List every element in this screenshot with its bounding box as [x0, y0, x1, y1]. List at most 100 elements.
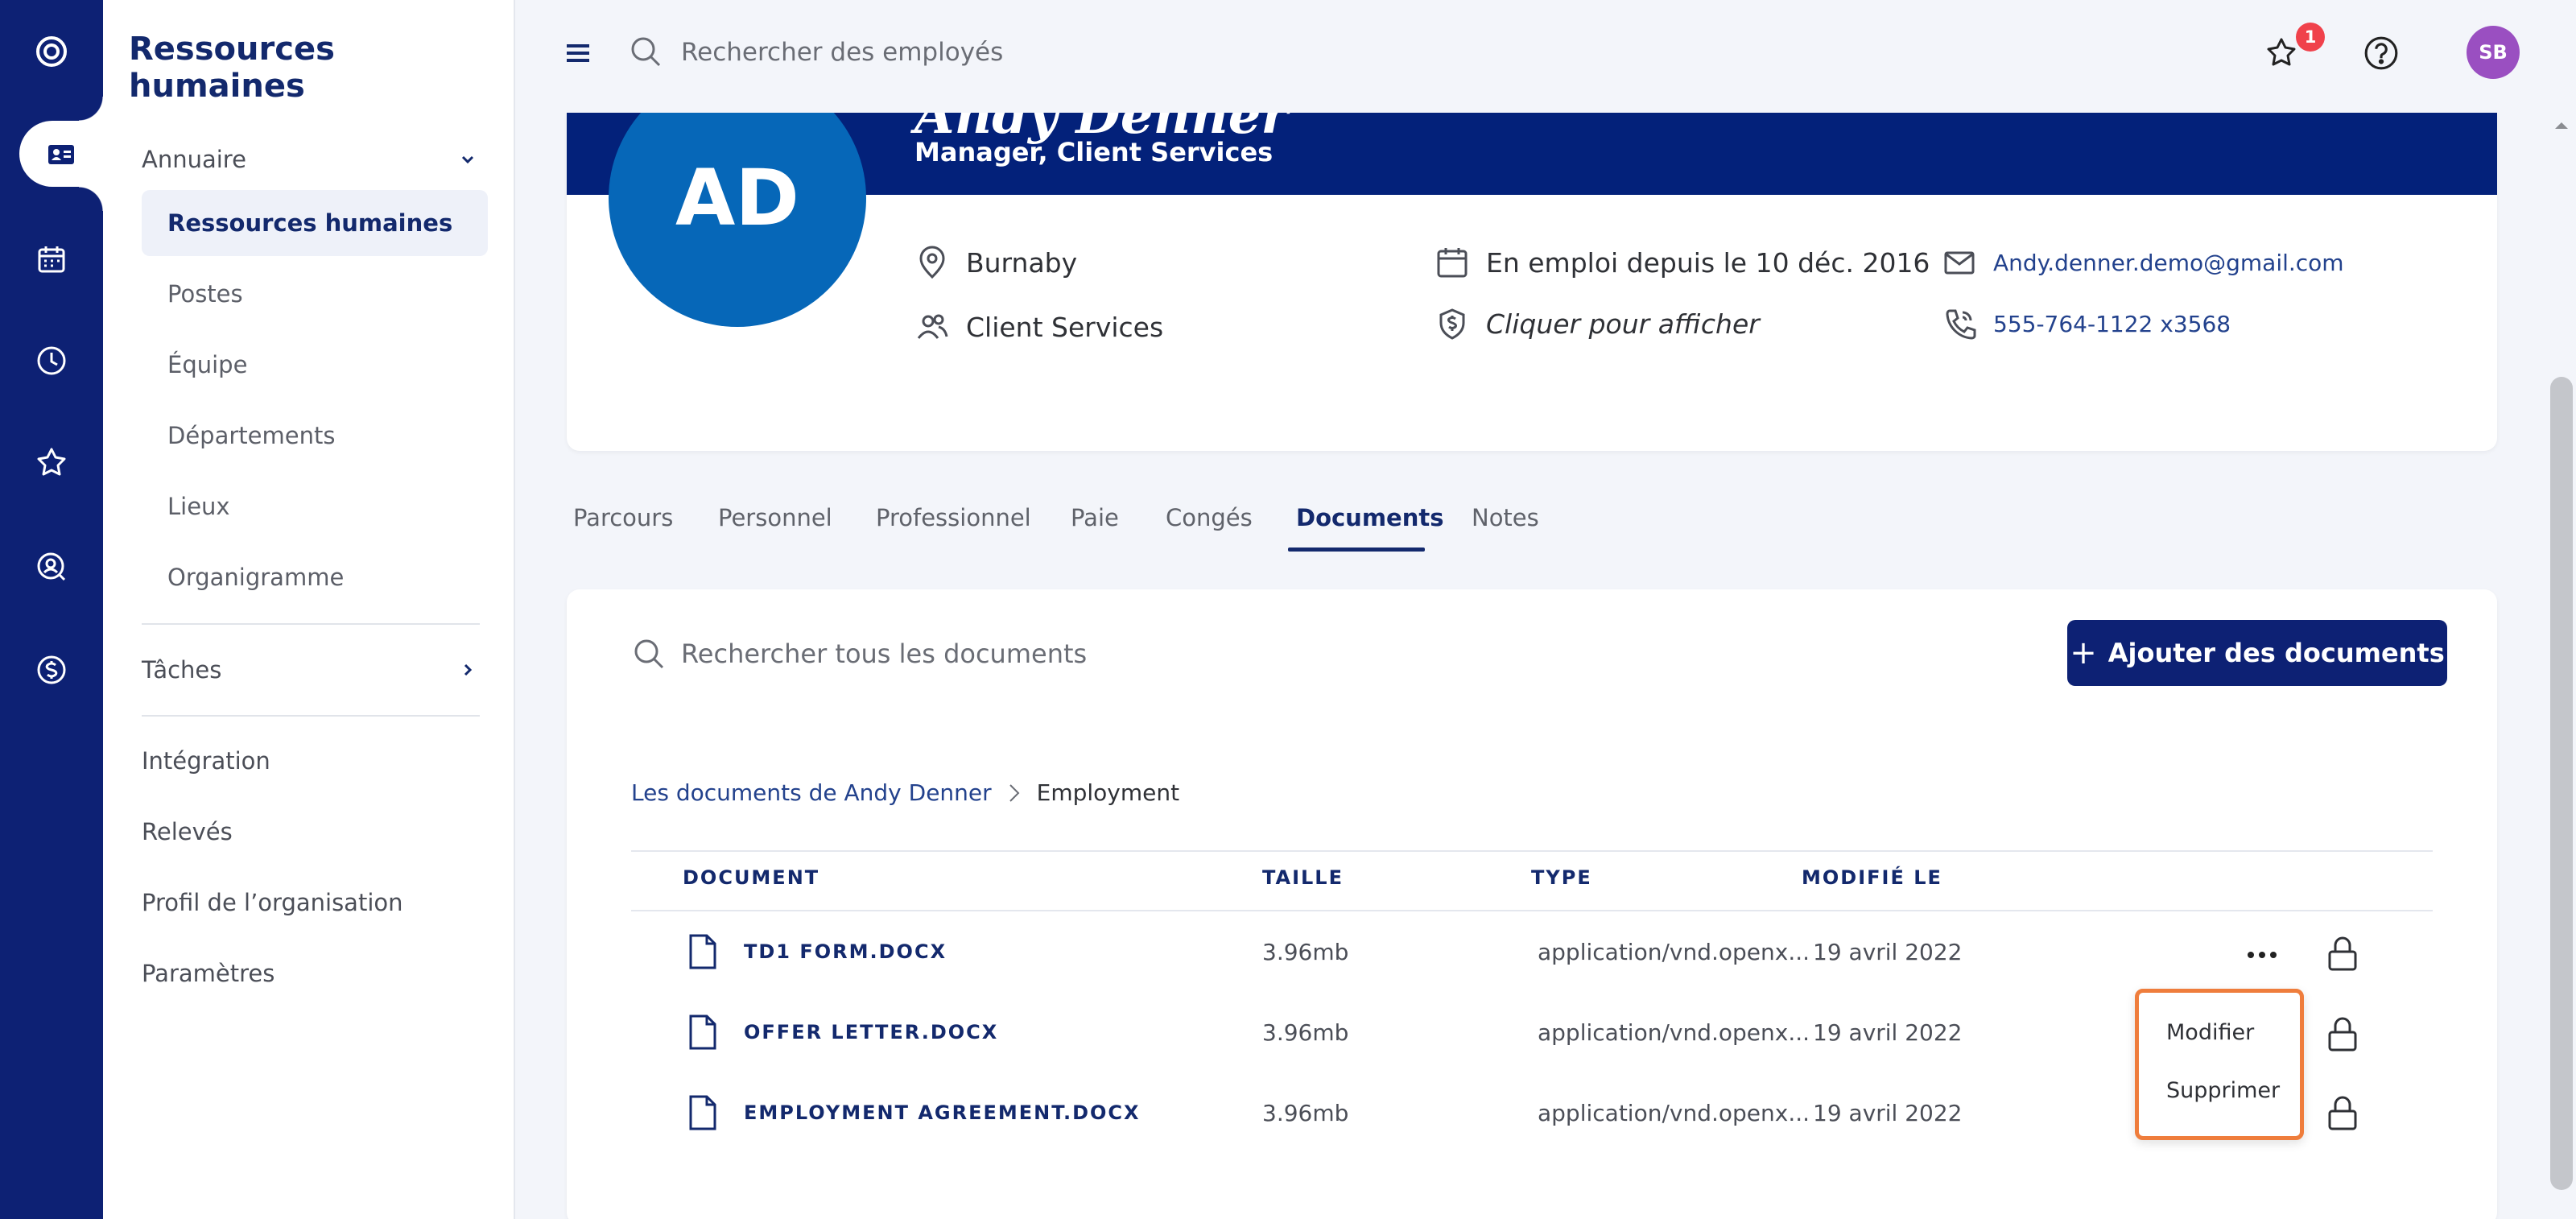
lock-icon[interactable] [2323, 934, 2362, 973]
file-icon [689, 1095, 716, 1130]
app-logo-icon[interactable] [0, 10, 103, 93]
tab-conges[interactable]: Congés [1166, 504, 1253, 531]
star-icon [2267, 38, 2296, 66]
sidebar-item-label: Lieux [167, 493, 230, 520]
add-documents-button[interactable]: + Ajouter des documents [2067, 620, 2447, 686]
phone-icon [1946, 309, 1976, 340]
help-icon [2364, 36, 2398, 70]
document-name[interactable]: OFFER LETTER.DOCX [744, 1021, 998, 1043]
dollar-icon[interactable] [0, 628, 103, 712]
column-header-modified[interactable]: MODIFIÉ LE [1802, 866, 1942, 889]
employee-search-input[interactable] [681, 29, 1406, 76]
employee-email[interactable]: Andy.denner.demo@gmail.com [1942, 245, 2344, 280]
calendar-icon [1437, 248, 1468, 278]
sidebar-item-equipe[interactable]: Équipe [142, 332, 488, 398]
sidebar-item-label: Postes [167, 280, 243, 308]
sidebar-divider [142, 715, 480, 717]
sidebar-item-label: Ressources humaines [167, 209, 453, 237]
tab-notes[interactable]: Notes [1472, 504, 1539, 531]
document-size: 3.96mb [1262, 939, 1349, 965]
search-user-icon[interactable] [0, 525, 103, 609]
sidebar-link-integration[interactable]: Intégration [142, 747, 270, 775]
table-row-document[interactable]: EMPLOYMENT AGREEMENT.DOCX [684, 1093, 1141, 1132]
sidebar: Ressources humaines Annuaire Ressources … [103, 0, 515, 1219]
chevron-down-icon [461, 155, 474, 164]
document-type: application/vnd.openx... [1538, 1100, 1810, 1126]
directory-card-icon[interactable] [10, 113, 113, 196]
breadcrumb-current: Employment [1036, 779, 1180, 806]
table-header-divider [631, 910, 2433, 911]
dollar-shield-icon [1439, 308, 1465, 340]
menu-item-modifier[interactable]: Modifier [2166, 1020, 2254, 1045]
star-icon[interactable] [0, 420, 103, 504]
document-modified: 19 avril 2022 [1813, 939, 1963, 965]
topbar: 1 SB [515, 0, 2576, 113]
sidebar-item-label: Organigramme [167, 564, 345, 591]
tab-paie[interactable]: Paie [1071, 504, 1119, 531]
menu-item-supprimer[interactable]: Supprimer [2166, 1078, 2280, 1103]
sidebar-group-label: Tâches [142, 656, 222, 684]
table-top-divider [631, 850, 2433, 852]
salary-hidden-text[interactable]: Cliquer pour afficher [1486, 308, 1760, 340]
more-options-icon[interactable] [2240, 939, 2285, 971]
sidebar-title: Ressources humaines [129, 31, 335, 105]
document-name[interactable]: EMPLOYMENT AGREEMENT.DOCX [744, 1101, 1141, 1124]
document-name[interactable]: TD1 FORM.DOCX [744, 940, 947, 963]
sidebar-link-parametres[interactable]: Paramètres [142, 960, 275, 987]
lock-icon[interactable] [2323, 1014, 2362, 1053]
employee-location: Burnaby [914, 245, 1077, 280]
active-tab-indicator [1288, 548, 1425, 552]
file-icon [689, 1014, 716, 1050]
phone-link[interactable]: 555-764-1122 x3568 [1993, 311, 2231, 337]
lock-icon[interactable] [2323, 1093, 2362, 1132]
clock-icon[interactable] [0, 319, 103, 403]
documents-search-input[interactable] [681, 630, 1406, 678]
salary-reveal[interactable]: Cliquer pour afficher [1435, 306, 1760, 341]
help-button[interactable] [2357, 29, 2405, 77]
sidebar-item-postes[interactable]: Postes [142, 261, 488, 327]
column-header-document[interactable]: DOCUMENT [683, 866, 819, 889]
sidebar-item-lieux[interactable]: Lieux [142, 473, 488, 539]
sidebar-item-departements[interactable]: Départements [142, 403, 488, 469]
tab-professionnel[interactable]: Professionnel [876, 504, 1031, 531]
document-modified: 19 avril 2022 [1813, 1019, 1963, 1046]
document-type: application/vnd.openx... [1538, 939, 1810, 965]
hamburger-menu-icon[interactable] [560, 35, 596, 71]
sidebar-link-releves[interactable]: Relevés [142, 818, 233, 845]
breadcrumb-root-link[interactable]: Les documents de Andy Denner [631, 779, 992, 806]
sidebar-item-ressources-humaines[interactable]: Ressources humaines [142, 190, 488, 256]
employee-employed-since: En emploi depuis le 10 déc. 2016 [1435, 245, 1930, 280]
search-icon [631, 37, 661, 67]
employee-department: Client Services [914, 309, 1163, 345]
tab-personnel[interactable]: Personnel [718, 504, 832, 531]
sidebar-divider [142, 623, 480, 625]
mail-icon [1944, 251, 1975, 275]
column-header-size[interactable]: TAILLE [1262, 866, 1344, 889]
document-size: 3.96mb [1262, 1100, 1349, 1126]
add-documents-label: Ajouter des documents [2107, 638, 2445, 668]
calendar-icon[interactable] [0, 217, 103, 301]
employee-role: Manager, Client Services [914, 137, 1274, 167]
tab-documents[interactable]: Documents [1296, 504, 1444, 531]
sidebar-item-label: Équipe [167, 351, 248, 378]
email-link[interactable]: Andy.denner.demo@gmail.com [1993, 250, 2344, 276]
employee-phone[interactable]: 555-764-1122 x3568 [1942, 306, 2231, 341]
scroll-up-arrow-icon[interactable] [2552, 118, 2571, 134]
sidebar-item-organigramme[interactable]: Organigramme [142, 544, 488, 610]
column-header-type[interactable]: TYPE [1531, 866, 1592, 889]
sidebar-link-profil-organisation[interactable]: Profil de l’organisation [142, 889, 403, 916]
employed-since-text: En emploi depuis le 10 déc. 2016 [1486, 246, 1930, 279]
table-row-document[interactable]: OFFER LETTER.DOCX [684, 1013, 998, 1052]
department-text: Client Services [966, 311, 1164, 343]
scrollbar-thumb[interactable] [2550, 377, 2573, 1190]
sidebar-group-taches[interactable]: Tâches [142, 646, 478, 694]
user-avatar[interactable]: SB [2467, 26, 2520, 79]
breadcrumb: Les documents de Andy Denner Employment [631, 779, 1179, 806]
sidebar-group-label: Annuaire [142, 146, 246, 173]
tab-parcours[interactable]: Parcours [573, 504, 673, 531]
sidebar-group-annuaire[interactable]: Annuaire [142, 135, 478, 184]
table-row-document[interactable]: TD1 FORM.DOCX [684, 932, 947, 971]
icon-rail [0, 0, 103, 1219]
location-text: Burnaby [966, 246, 1078, 279]
plus-icon: + [2070, 634, 2097, 671]
